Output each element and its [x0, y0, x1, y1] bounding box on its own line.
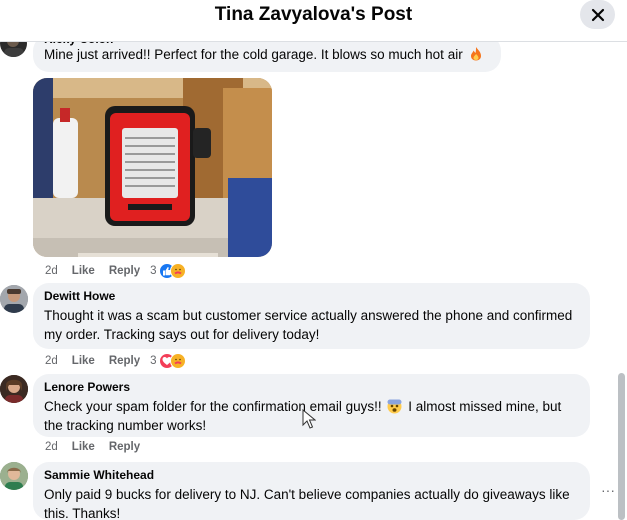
- like-link[interactable]: Like: [72, 441, 95, 453]
- dialog-header: Tina Zavyalova's Post: [0, 0, 627, 42]
- like-link[interactable]: Like: [72, 265, 95, 277]
- comment-text: Check your spam folder for the confirmat…: [44, 399, 382, 414]
- comment-photo[interactable]: [33, 78, 272, 257]
- avatar-sammie-whitehead[interactable]: [0, 462, 28, 490]
- comment-author[interactable]: Sammie Whitehead: [44, 468, 579, 483]
- avatar-dewitt-howe[interactable]: [0, 285, 28, 313]
- reaction-count: 3: [150, 265, 157, 277]
- like-link[interactable]: Like: [72, 355, 95, 367]
- reply-link[interactable]: Reply: [109, 441, 140, 453]
- fire-emoji: [471, 47, 482, 61]
- comment-author[interactable]: Lenore Powers: [44, 380, 579, 395]
- reply-link[interactable]: Reply: [109, 355, 140, 367]
- reaction-count: 3: [150, 355, 157, 367]
- care-reaction-icon: [169, 353, 186, 369]
- comment-time[interactable]: 2d: [45, 441, 58, 453]
- scared-emoji: [387, 399, 402, 414]
- mouse-cursor-icon: [302, 409, 316, 429]
- close-icon: [591, 8, 604, 21]
- comment-author[interactable]: Dewitt Howe: [44, 289, 579, 304]
- comment-actions: 2d Like Reply 3: [45, 353, 186, 369]
- avatar-lenore-powers[interactable]: [0, 375, 28, 403]
- comment-bubble: Dewitt Howe Thought it was a scam but cu…: [33, 283, 590, 349]
- reply-link[interactable]: Reply: [109, 265, 140, 277]
- reaction-summary[interactable]: 3: [150, 263, 186, 279]
- comment-time[interactable]: 2d: [45, 355, 58, 367]
- more-options-icon[interactable]: ···: [598, 480, 618, 500]
- comment-text: Thought it was a scam but customer servi…: [44, 308, 573, 342]
- comment-actions: 2d Like Reply 3: [45, 263, 186, 279]
- comment-time[interactable]: 2d: [45, 265, 58, 277]
- comment-text: Mine just arrived!! Perfect for the cold…: [44, 47, 463, 62]
- comment-actions: 2d Like Reply: [45, 441, 154, 453]
- reaction-summary[interactable]: 3: [150, 353, 186, 369]
- close-button[interactable]: [580, 0, 615, 29]
- care-reaction-icon: [169, 263, 186, 279]
- post-title: Tina Zavyalova's Post: [214, 4, 413, 25]
- comment-text: Only paid 9 bucks for delivery to NJ. Ca…: [44, 487, 570, 520]
- comment-bubble: Sammie Whitehead Only paid 9 bucks for d…: [33, 462, 590, 520]
- scrollbar-thumb[interactable]: [618, 373, 625, 520]
